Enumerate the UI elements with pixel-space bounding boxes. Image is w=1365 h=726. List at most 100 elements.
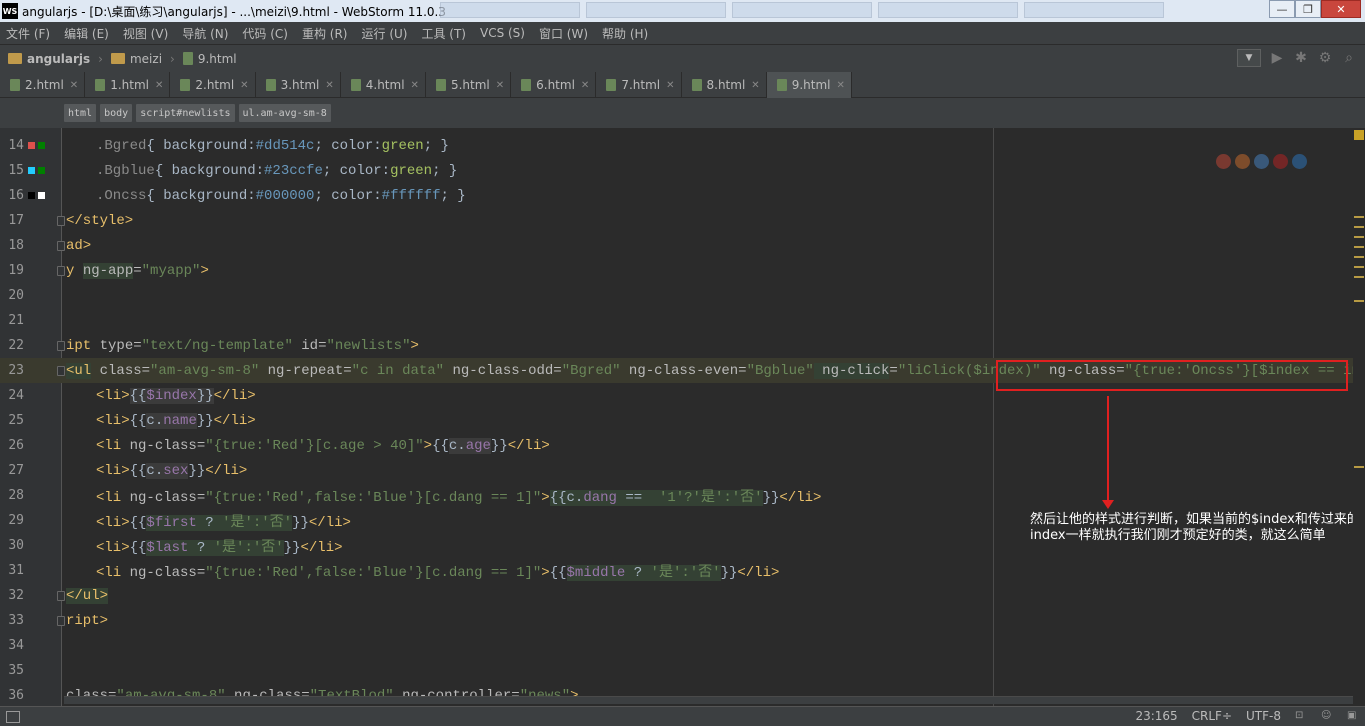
breadcrumb-body[interactable]: body <box>100 104 133 122</box>
line-number: 22 <box>8 338 24 353</box>
color-swatch-icon <box>28 167 35 174</box>
menu-refactor[interactable]: 重构 (R) <box>302 25 348 42</box>
inspection-status-icon[interactable] <box>1354 130 1364 140</box>
breadcrumb-html[interactable]: html <box>64 104 97 122</box>
tab-9-html[interactable]: 9.html ✕ <box>766 72 852 98</box>
lock-icon[interactable]: ⊡ <box>1295 710 1307 722</box>
code-text: </style> <box>66 212 134 229</box>
breadcrumb-ul[interactable]: ul.am-avg-sm-8 <box>238 104 331 122</box>
close-tab-icon[interactable]: ✕ <box>70 80 78 91</box>
menu-run[interactable]: 运行 (U) <box>362 25 408 42</box>
tab-2-html-second[interactable]: 2.html ✕ <box>170 72 256 98</box>
menu-vcs[interactable]: VCS (S) <box>480 26 525 40</box>
fold-marker-icon[interactable] <box>57 266 65 276</box>
run-config-dropdown[interactable]: ▼ <box>1237 49 1261 67</box>
tab-4-html[interactable]: 4.html ✕ <box>341 72 426 98</box>
code-text: </ul> <box>66 587 109 604</box>
line-number: 27 <box>8 463 24 478</box>
close-tab-icon[interactable]: ✕ <box>496 80 504 91</box>
close-tab-icon[interactable]: ✕ <box>581 80 589 91</box>
fold-marker-icon[interactable] <box>57 216 65 226</box>
scroll-mark[interactable] <box>1354 246 1364 248</box>
close-tab-icon[interactable]: ✕ <box>155 80 163 91</box>
tab-3-html[interactable]: 3.html ✕ <box>256 72 341 98</box>
tab-8-html[interactable]: 8.html ✕ <box>682 72 767 98</box>
close-tab-icon[interactable]: ✕ <box>411 80 419 91</box>
scroll-mark[interactable] <box>1354 266 1364 268</box>
tab-7-html[interactable]: 7.html ✕ <box>596 72 682 98</box>
close-tab-icon[interactable]: ✕ <box>666 80 674 91</box>
close-tab-icon[interactable]: ✕ <box>836 80 844 91</box>
caret-position[interactable]: 23:165 <box>1135 709 1177 723</box>
tab-5-html[interactable]: 5.html ✕ <box>426 72 512 98</box>
close-tab-icon[interactable]: ✕ <box>325 80 333 91</box>
debug-icon[interactable]: ✱ <box>1293 50 1309 66</box>
fold-marker-icon[interactable] <box>57 591 65 601</box>
menu-edit[interactable]: 编辑 (E) <box>64 25 109 42</box>
annotation-highlight-box <box>996 360 1348 391</box>
folder-icon <box>110 53 125 64</box>
menu-tools[interactable]: 工具 (T) <box>421 25 466 42</box>
nav-folder[interactable]: meizi <box>110 52 162 66</box>
line-number: 24 <box>8 388 24 403</box>
fold-marker-icon[interactable] <box>57 341 65 351</box>
scroll-mark[interactable] <box>1354 276 1364 278</box>
toggle-tool-windows-icon[interactable] <box>6 710 20 723</box>
line-number: 21 <box>8 313 24 328</box>
tab-label: 7.html <box>621 78 661 92</box>
search-icon[interactable]: ⌕ <box>1341 50 1357 66</box>
color-swatch-icon <box>38 167 45 174</box>
line-number: 33 <box>8 613 24 628</box>
scroll-mark[interactable] <box>1354 466 1364 468</box>
tab-1-html[interactable]: 1.html ✕ <box>85 72 171 98</box>
html-file-icon <box>435 79 446 91</box>
horizontal-scrollbar[interactable] <box>64 696 1354 704</box>
scroll-mark[interactable] <box>1354 226 1364 228</box>
html-file-icon <box>691 79 702 91</box>
menu-file[interactable]: 文件 (F) <box>6 25 50 42</box>
vertical-scrollbar[interactable] <box>1353 128 1365 706</box>
tab-2-html[interactable]: 2.html ✕ <box>0 72 86 98</box>
fold-marker-icon[interactable] <box>57 616 65 626</box>
menu-help[interactable]: 帮助 (H) <box>602 25 648 42</box>
scroll-mark[interactable] <box>1354 300 1364 302</box>
nav-file[interactable]: 9.html <box>182 52 237 66</box>
line-number: 30 <box>8 538 24 553</box>
code-line-21: 21 <box>0 308 1353 333</box>
file-encoding[interactable]: UTF-8 <box>1246 709 1281 723</box>
line-number: 17 <box>8 213 24 228</box>
tab-6-html[interactable]: 6.html ✕ <box>511 72 597 98</box>
line-number: 15 <box>8 163 24 178</box>
maximize-button[interactable]: ❐ <box>1295 0 1321 18</box>
editor-tab-bar: 2.html ✕ 1.html ✕ 2.html ✕ 3.html ✕ 4.html ✕ … <box>0 72 1365 98</box>
menu-view[interactable]: 视图 (V) <box>123 25 168 42</box>
close-tab-icon[interactable]: ✕ <box>751 80 759 91</box>
coverage-icon[interactable]: ⚙ <box>1317 50 1333 66</box>
code-line-19: 19 y ng-app="myapp"> <box>0 258 1353 283</box>
code-editor[interactable]: 14 .Bgred{ background:#dd514c; color:gre… <box>0 128 1365 706</box>
line-number: 29 <box>8 513 24 528</box>
hector-icon[interactable]: ☺ <box>1321 710 1333 722</box>
scroll-mark[interactable] <box>1354 236 1364 238</box>
menu-code[interactable]: 代码 (C) <box>242 25 288 42</box>
html-file-icon <box>10 79 20 91</box>
minimize-button[interactable]: — <box>1269 0 1295 18</box>
fold-marker-icon[interactable] <box>57 241 65 251</box>
breadcrumb-script[interactable]: script#newlists <box>136 104 235 122</box>
fold-marker-icon[interactable] <box>57 366 65 376</box>
menu-navigate[interactable]: 导航 (N) <box>182 25 228 42</box>
close-button[interactable]: ✕ <box>1321 0 1361 18</box>
html-file-icon <box>265 79 276 91</box>
navigation-bar: angularjs › meizi › 9.html ▼ ▶ ✱ ⚙ ⌕ <box>0 44 1365 72</box>
scroll-mark[interactable] <box>1354 256 1364 258</box>
tab-label: 6.html <box>536 78 575 92</box>
scroll-mark[interactable] <box>1354 216 1364 218</box>
menu-window[interactable]: 窗口 (W) <box>539 25 588 42</box>
close-tab-icon[interactable]: ✕ <box>240 80 248 91</box>
annotation-arrow-head-icon <box>1102 500 1114 509</box>
event-log-icon[interactable]: ▣ <box>1347 710 1359 722</box>
nav-project[interactable]: angularjs <box>8 52 90 66</box>
run-icon[interactable]: ▶ <box>1269 50 1285 66</box>
line-separator[interactable]: CRLF÷ <box>1192 709 1232 723</box>
code-line-25: 25 <li>{{c.name}}</li> <box>0 408 1353 433</box>
